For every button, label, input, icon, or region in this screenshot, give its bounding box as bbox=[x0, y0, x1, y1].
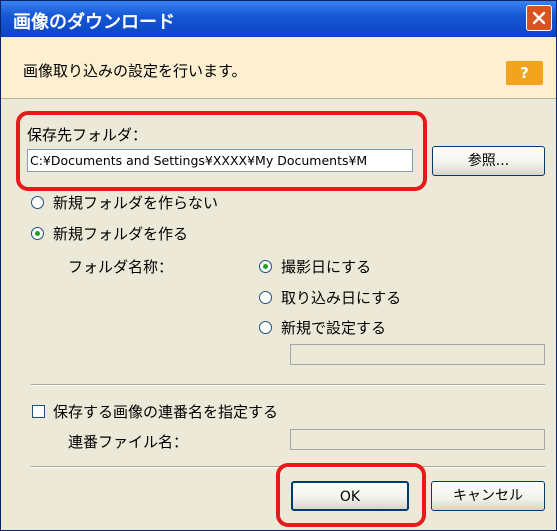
sequence-file-name-input[interactable] bbox=[290, 429, 545, 450]
custom-name-label: 新規で設定する bbox=[281, 319, 387, 337]
help-button[interactable]: ? bbox=[506, 61, 543, 85]
highlight-ok bbox=[276, 463, 426, 527]
radio-selected-dot bbox=[35, 231, 40, 236]
radio-make-new-folder[interactable] bbox=[31, 227, 44, 240]
download-dialog: 画像のダウンロード 画像取り込みの設定を行います。 ? 保存先フォルダ： C:¥… bbox=[0, 0, 557, 531]
make-new-folder-label: 新規フォルダを作る bbox=[53, 225, 189, 243]
radio-no-new-folder[interactable] bbox=[31, 196, 44, 209]
title-bar[interactable]: 画像のダウンロード bbox=[1, 1, 556, 37]
radio-custom-name[interactable] bbox=[259, 321, 272, 334]
info-banner: 画像取り込みの設定を行います。 bbox=[1, 38, 556, 99]
radio-shoot-date[interactable] bbox=[259, 260, 272, 273]
separator bbox=[31, 384, 545, 386]
sequence-file-name-label: 連番ファイル名： bbox=[68, 433, 189, 451]
browse-button[interactable]: 参照... bbox=[432, 146, 545, 176]
custom-folder-name-input[interactable] bbox=[290, 344, 545, 365]
sequence-name-label: 保存する画像の連番名を指定する bbox=[53, 403, 279, 421]
close-button[interactable] bbox=[526, 5, 552, 31]
close-icon bbox=[532, 11, 546, 25]
highlight-save-folder bbox=[16, 111, 427, 191]
shoot-date-label: 撮影日にする bbox=[281, 258, 372, 276]
radio-selected-dot bbox=[263, 264, 268, 269]
import-date-label: 取り込み日にする bbox=[281, 289, 402, 307]
sequence-name-checkbox[interactable] bbox=[32, 405, 45, 418]
radio-import-date[interactable] bbox=[259, 291, 272, 304]
info-message: 画像取り込みの設定を行います。 bbox=[23, 62, 247, 80]
window-title: 画像のダウンロード bbox=[13, 12, 175, 33]
no-new-folder-label: 新規フォルダを作らない bbox=[53, 194, 219, 212]
cancel-button[interactable]: キャンセル bbox=[431, 481, 545, 511]
folder-name-label: フォルダ名称： bbox=[68, 258, 174, 276]
